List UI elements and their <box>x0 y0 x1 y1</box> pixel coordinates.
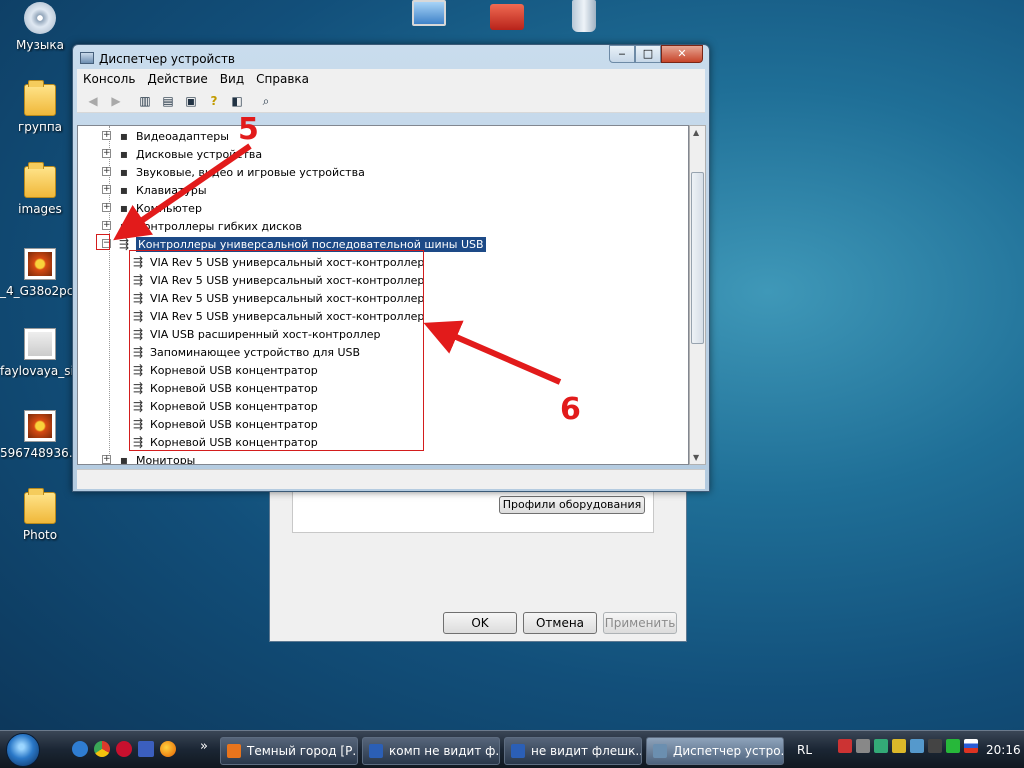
tray-icon-battery[interactable] <box>946 739 960 753</box>
taskbar-button-label: Диспетчер устро... <box>673 744 784 758</box>
start-button[interactable] <box>6 733 40 767</box>
taskbar-button-label: Темный город [Р... <box>247 744 358 758</box>
save-icon[interactable] <box>138 741 154 757</box>
annotation-arrows <box>113 143 562 385</box>
tray-icon-wifi[interactable] <box>910 739 924 753</box>
ie-icon[interactable] <box>72 741 88 757</box>
taskbar: » Темный город [Р... комп не видит ф... не… <box>0 730 1024 768</box>
taskbar-button[interactable]: комп не видит ф... <box>362 737 500 765</box>
taskbar-button[interactable]: Диспетчер устро... <box>646 737 784 765</box>
opera-icon[interactable] <box>116 741 132 757</box>
task-app-icon <box>511 744 525 758</box>
firefox-icon[interactable] <box>160 741 176 757</box>
quicklaunch-chevron[interactable]: » <box>200 739 208 754</box>
taskbar-button-label: комп не видит ф... <box>389 744 500 758</box>
arrow-6 <box>423 320 562 385</box>
taskbar-button[interactable]: не видит флешк... <box>504 737 642 765</box>
tray-icon-shield[interactable] <box>856 739 870 753</box>
task-app-icon <box>227 744 241 758</box>
arrow-5 <box>113 143 252 241</box>
tray-icon-flag[interactable] <box>964 739 978 753</box>
clock[interactable]: 20:16 <box>986 743 1021 757</box>
taskbar-button-label: не видит флешк... <box>531 744 642 758</box>
tray-icon-network[interactable] <box>838 739 852 753</box>
chrome-icon[interactable] <box>94 741 110 757</box>
task-app-icon <box>369 744 383 758</box>
tray-icon-usb[interactable] <box>892 739 906 753</box>
taskbar-button[interactable]: Темный город [Р... <box>220 737 358 765</box>
tray-icon-app[interactable] <box>874 739 888 753</box>
task-app-icon <box>653 744 667 758</box>
language-indicator[interactable]: RL <box>797 743 812 757</box>
tray-icon-video[interactable] <box>928 739 942 753</box>
